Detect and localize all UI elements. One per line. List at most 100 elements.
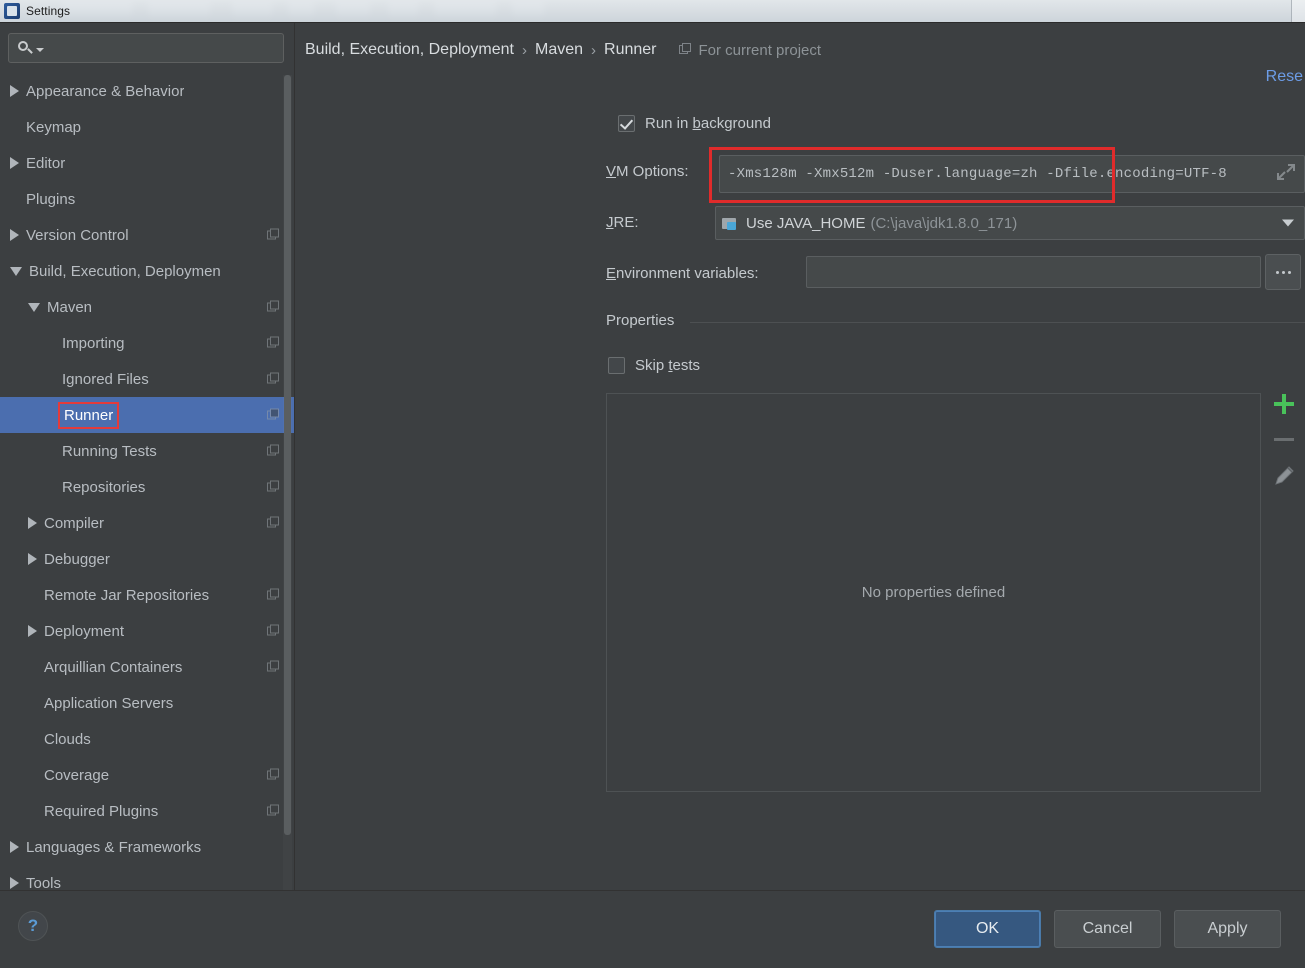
environment-variables-input[interactable]	[806, 256, 1261, 288]
search-input[interactable]	[50, 40, 275, 56]
jre-label: JRE:	[606, 214, 639, 231]
sidebar-item-repositories[interactable]: Repositories	[0, 469, 294, 505]
dialog-body: Appearance & Behavior Keymap Editor Plugins…	[0, 23, 1305, 890]
chevron-right-icon[interactable]	[28, 517, 37, 529]
window-title: Settings	[26, 4, 71, 18]
properties-table[interactable]: No properties defined	[606, 393, 1261, 792]
sidebar-item-label: Required Plugins	[44, 802, 159, 820]
sidebar-item-clouds[interactable]: Clouds	[0, 721, 294, 757]
vm-options-input[interactable]: -Xms128m -Xmx512m -Duser.language=zh -Df…	[719, 155, 1305, 193]
properties-section-title: Properties	[606, 312, 683, 329]
settings-sidebar: Appearance & Behavior Keymap Editor Plugins…	[0, 23, 295, 890]
chevron-right-icon[interactable]	[28, 625, 37, 637]
chevron-right-icon[interactable]	[10, 877, 19, 889]
chevron-right-icon[interactable]	[10, 229, 19, 241]
breadcrumb-separator: ›	[591, 41, 597, 59]
sidebar-item-running-tests[interactable]: Running Tests	[0, 433, 294, 469]
sidebar-item-label: Tools	[26, 874, 62, 891]
module-scope-icon	[267, 300, 280, 314]
module-scope-icon	[267, 588, 280, 602]
sidebar-item-label: Maven	[47, 298, 93, 316]
sidebar-item-label: Editor	[26, 154, 66, 172]
minus-icon	[1274, 438, 1294, 441]
sidebar-item-label: Debugger	[44, 550, 110, 568]
search-box[interactable]	[8, 33, 284, 63]
search-icon	[17, 39, 35, 57]
sidebar-item-maven[interactable]: Maven	[0, 289, 294, 325]
module-scope-icon	[267, 804, 280, 818]
sidebar-item-runner[interactable]: Runner	[0, 397, 294, 433]
sidebar-item-appearance-behavior[interactable]: Appearance & Behavior	[0, 73, 294, 109]
module-scope-icon	[267, 336, 280, 350]
breadcrumb-item-maven[interactable]: Maven	[535, 41, 583, 59]
sidebar-item-label: Clouds	[44, 730, 91, 748]
breadcrumb-separator: ›	[522, 41, 527, 59]
sidebar-item-label: Remote Jar Repositories	[44, 586, 210, 604]
ok-button[interactable]: OK	[934, 910, 1041, 948]
sidebar-item-debugger[interactable]: Debugger	[0, 541, 294, 577]
environment-variables-browse-button[interactable]	[1265, 254, 1301, 290]
sidebar-item-label: Application Servers	[44, 694, 174, 712]
sidebar-item-plugins[interactable]: Plugins	[0, 181, 294, 217]
settings-dialog: Appearance & Behavior Keymap Editor Plugins…	[0, 22, 1305, 968]
sidebar-item-build-execution-deploymen[interactable]: Build, Execution, Deploymen	[0, 253, 294, 289]
sidebar-item-label: Ignored Files	[62, 370, 149, 388]
chevron-right-icon[interactable]	[10, 841, 19, 853]
sidebar-item-label: Deployment	[44, 622, 125, 640]
sidebar-item-tools[interactable]: Tools	[0, 865, 294, 890]
sidebar-item-deployment[interactable]: Deployment	[0, 613, 294, 649]
skip-tests-row[interactable]: Skip tests	[608, 357, 700, 374]
sidebar-item-editor[interactable]: Editor	[0, 145, 294, 181]
dialog-footer: ? OK Cancel Apply	[0, 890, 1305, 968]
properties-toolbar	[1263, 391, 1305, 489]
skip-tests-checkbox[interactable]	[608, 357, 625, 374]
run-in-background-label: Run in background	[645, 115, 771, 132]
help-button[interactable]: ?	[18, 911, 48, 941]
breadcrumb-item-build[interactable]: Build, Execution, Deployment	[305, 41, 514, 59]
apply-button[interactable]: Apply	[1174, 910, 1281, 948]
skip-tests-label: Skip tests	[635, 357, 701, 374]
sidebar-item-ignored-files[interactable]: Ignored Files	[0, 361, 294, 397]
sidebar-item-remote-jar-repositories[interactable]: Remote Jar Repositories	[0, 577, 294, 613]
sidebar-scrollbar-track[interactable]	[283, 75, 292, 890]
jre-path: (C:\java\jdk1.8.0_171)	[870, 214, 1018, 232]
sidebar-item-coverage[interactable]: Coverage	[0, 757, 294, 793]
chevron-down-icon[interactable]	[10, 266, 22, 276]
jre-value: Use JAVA_HOME	[746, 214, 866, 232]
chevron-down-icon[interactable]	[28, 302, 40, 312]
settings-tree[interactable]: Appearance & Behavior Keymap Editor Plugins…	[0, 71, 294, 890]
sidebar-item-languages-frameworks[interactable]: Languages & Frameworks	[0, 829, 294, 865]
sidebar-item-keymap[interactable]: Keymap	[0, 109, 294, 145]
sidebar-item-label: Running Tests	[62, 442, 157, 460]
expand-icon[interactable]	[1275, 161, 1297, 183]
sidebar-item-label: Runner	[57, 401, 120, 429]
remove-property-button[interactable]	[1271, 427, 1297, 453]
reset-link[interactable]: Rese	[1266, 68, 1303, 86]
module-scope-icon	[267, 480, 280, 494]
chevron-right-icon[interactable]	[28, 553, 37, 565]
run-in-background-checkbox[interactable]	[618, 115, 635, 132]
add-property-button[interactable]	[1271, 391, 1297, 417]
module-scope-icon	[267, 660, 280, 674]
edit-property-button[interactable]	[1271, 463, 1297, 489]
search-history-chevron-icon[interactable]	[36, 48, 44, 52]
sidebar-scrollbar-thumb[interactable]	[284, 75, 291, 835]
chevron-right-icon[interactable]	[10, 157, 19, 169]
jre-combobox[interactable]: Use JAVA_HOME (C:\java\jdk1.8.0_171)	[715, 206, 1305, 240]
sidebar-item-arquillian-containers[interactable]: Arquillian Containers	[0, 649, 294, 685]
sidebar-item-compiler[interactable]: Compiler	[0, 505, 294, 541]
chevron-right-icon[interactable]	[10, 85, 19, 97]
sidebar-item-required-plugins[interactable]: Required Plugins	[0, 793, 294, 829]
sidebar-item-importing[interactable]: Importing	[0, 325, 294, 361]
cancel-button[interactable]: Cancel	[1054, 910, 1161, 948]
sidebar-item-version-control[interactable]: Version Control	[0, 217, 294, 253]
sidebar-item-application-servers[interactable]: Application Servers	[0, 685, 294, 721]
project-scope-icon	[678, 43, 693, 57]
sidebar-item-label: Compiler	[44, 514, 105, 532]
window-controls[interactable]	[1291, 0, 1305, 22]
breadcrumb-item-runner[interactable]: Runner	[604, 41, 656, 59]
module-scope-icon	[267, 228, 280, 242]
module-scope-icon	[267, 768, 280, 782]
chevron-down-icon[interactable]	[1282, 219, 1294, 227]
run-in-background-row[interactable]: Run in background	[606, 115, 771, 132]
